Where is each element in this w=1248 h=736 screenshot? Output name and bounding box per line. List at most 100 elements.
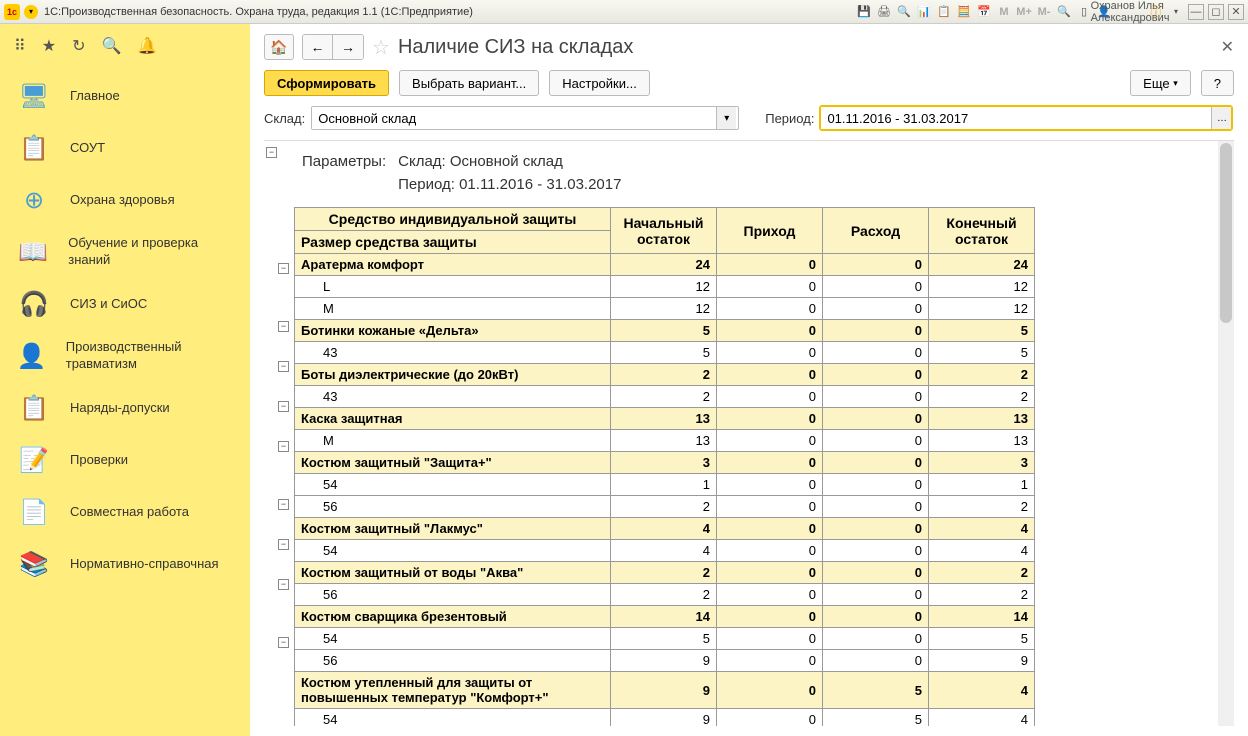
- info-dropdown-icon[interactable]: ▾: [1168, 4, 1184, 20]
- cell-out: 0: [823, 408, 929, 430]
- table-group-row[interactable]: Костюм сварщика брезентовый140014: [295, 606, 1035, 628]
- table-group-row[interactable]: Костюм защитный "Защита+"3003: [295, 452, 1035, 474]
- sidebar-item[interactable]: 🖥Главное: [0, 70, 250, 122]
- user-name[interactable]: Охранов Илья Александрович: [1122, 4, 1138, 20]
- warehouse-dropdown-button[interactable]: ▾: [716, 107, 736, 129]
- table-group-row[interactable]: Костюм защитный "Лакмус"4004: [295, 518, 1035, 540]
- info-icon[interactable]: ⓘ: [1148, 4, 1164, 20]
- table-row[interactable]: 432002: [295, 386, 1035, 408]
- forward-button[interactable]: →: [333, 35, 363, 59]
- star-icon[interactable]: ★: [42, 36, 56, 56]
- cell-size: 56: [295, 584, 611, 606]
- cell-in: 0: [717, 562, 823, 584]
- close-button[interactable]: ✕: [1228, 4, 1244, 20]
- calc-icon[interactable]: 🧮: [956, 4, 972, 20]
- maximize-button[interactable]: ◻: [1208, 4, 1224, 20]
- table-row[interactable]: 435005: [295, 342, 1035, 364]
- params-label: Параметры:: [302, 151, 396, 172]
- table-row[interactable]: 545005: [295, 628, 1035, 650]
- tree-toggle[interactable]: −: [278, 321, 289, 332]
- choose-variant-button[interactable]: Выбрать вариант...: [399, 70, 539, 96]
- cell-in: 0: [717, 540, 823, 562]
- table-row[interactable]: 549054: [295, 709, 1035, 727]
- cell-size: 56: [295, 496, 611, 518]
- cell-start: 24: [611, 254, 717, 276]
- compare-icon[interactable]: 📊: [916, 4, 932, 20]
- app-menu-dropdown[interactable]: ▾: [24, 5, 38, 19]
- back-button[interactable]: ←: [303, 35, 333, 59]
- calendar-icon[interactable]: 📅: [976, 4, 992, 20]
- tree-toggle[interactable]: −: [278, 401, 289, 412]
- help-button[interactable]: ?: [1201, 70, 1234, 96]
- sidebar-item[interactable]: ⊕Охрана здоровья: [0, 174, 250, 226]
- sidebar-item[interactable]: 👤Производственный травматизм: [0, 330, 250, 382]
- cell-start: 2: [611, 364, 717, 386]
- table-group-row[interactable]: Боты диэлектрические (до 20кВт)2002: [295, 364, 1035, 386]
- table-group-row[interactable]: Костюм утепленный для защиты от повышенн…: [295, 672, 1035, 709]
- vertical-scrollbar[interactable]: [1218, 141, 1234, 726]
- cell-out: 0: [823, 342, 929, 364]
- period-label: Период:: [765, 111, 814, 126]
- tree-toggle[interactable]: −: [266, 147, 277, 158]
- bell-icon[interactable]: 🔔: [137, 36, 157, 56]
- search-icon[interactable]: 🔍: [101, 36, 121, 56]
- cell-out: 0: [823, 628, 929, 650]
- history-icon[interactable]: ↻: [72, 36, 85, 56]
- table-row[interactable]: 541001: [295, 474, 1035, 496]
- tree-toggle[interactable]: −: [278, 263, 289, 274]
- table-row[interactable]: 562002: [295, 496, 1035, 518]
- table-row[interactable]: 569009: [295, 650, 1035, 672]
- apps-icon[interactable]: ⠿: [14, 36, 26, 56]
- preview-icon[interactable]: 🔍: [896, 4, 912, 20]
- table-row[interactable]: M130013: [295, 430, 1035, 452]
- sidebar-item[interactable]: 📚Нормативно-справочная: [0, 538, 250, 590]
- period-input[interactable]: [821, 107, 1211, 129]
- page-close-button[interactable]: ✕: [1221, 37, 1234, 57]
- tree-toggle[interactable]: −: [278, 539, 289, 550]
- mplus-icon[interactable]: M+: [1016, 4, 1032, 20]
- sidebar-item[interactable]: 📄Совместная работа: [0, 486, 250, 538]
- cell-out: 0: [823, 386, 929, 408]
- table-group-row[interactable]: Аратерма комфорт240024: [295, 254, 1035, 276]
- table-group-row[interactable]: Костюм защитный от воды "Аква"2002: [295, 562, 1035, 584]
- generate-button[interactable]: Сформировать: [264, 70, 389, 96]
- table-row[interactable]: L120012: [295, 276, 1035, 298]
- tree-toggle[interactable]: −: [278, 579, 289, 590]
- home-button[interactable]: 🏠: [264, 34, 294, 60]
- mminus-icon[interactable]: M-: [1036, 4, 1052, 20]
- sidebar-item[interactable]: 📋СОУТ: [0, 122, 250, 174]
- sidebar-item-icon: 📝: [14, 442, 54, 478]
- sidebar-item[interactable]: 📖Обучение и проверка знаний: [0, 226, 250, 278]
- cell-in: 0: [717, 298, 823, 320]
- sidebar-item-label: Производственный травматизм: [66, 339, 236, 373]
- table-group-row[interactable]: Каска защитная130013: [295, 408, 1035, 430]
- cell-size: 43: [295, 342, 611, 364]
- page-header: 🏠 ← → ☆ Наличие СИЗ на складах ✕: [264, 34, 1234, 60]
- tree-toggle[interactable]: −: [278, 441, 289, 452]
- copy-icon[interactable]: 📋: [936, 4, 952, 20]
- sidebar-item[interactable]: 📋Наряды-допуски: [0, 382, 250, 434]
- tree-toggle[interactable]: −: [278, 637, 289, 648]
- tree-toggle[interactable]: −: [278, 499, 289, 510]
- sidebar-item[interactable]: 🎧СИЗ и СиОС: [0, 278, 250, 330]
- table-group-row[interactable]: Ботинки кожаные «Дельта»5005: [295, 320, 1035, 342]
- favorite-star-icon[interactable]: ☆: [372, 35, 390, 60]
- scrollbar-thumb[interactable]: [1220, 143, 1232, 323]
- table-row[interactable]: M120012: [295, 298, 1035, 320]
- period-picker-button[interactable]: …: [1211, 107, 1231, 129]
- table-row[interactable]: 544004: [295, 540, 1035, 562]
- tree-toggle[interactable]: −: [278, 361, 289, 372]
- settings-button[interactable]: Настройки...: [549, 70, 650, 96]
- zoom-icon[interactable]: 🔍: [1056, 4, 1072, 20]
- minimize-button[interactable]: —: [1188, 4, 1204, 20]
- print-icon[interactable]: 🖨: [876, 4, 892, 20]
- cell-out: 0: [823, 496, 929, 518]
- cell-in: 0: [717, 496, 823, 518]
- save-icon[interactable]: 💾: [856, 4, 872, 20]
- warehouse-input[interactable]: [312, 107, 716, 129]
- m-icon[interactable]: M: [996, 4, 1012, 20]
- report-area: −−−−−−−−−− Параметры: Склад: Основной ск…: [264, 140, 1234, 726]
- sidebar-item[interactable]: 📝Проверки: [0, 434, 250, 486]
- table-row[interactable]: 562002: [295, 584, 1035, 606]
- more-button[interactable]: Еще ▾: [1130, 70, 1191, 96]
